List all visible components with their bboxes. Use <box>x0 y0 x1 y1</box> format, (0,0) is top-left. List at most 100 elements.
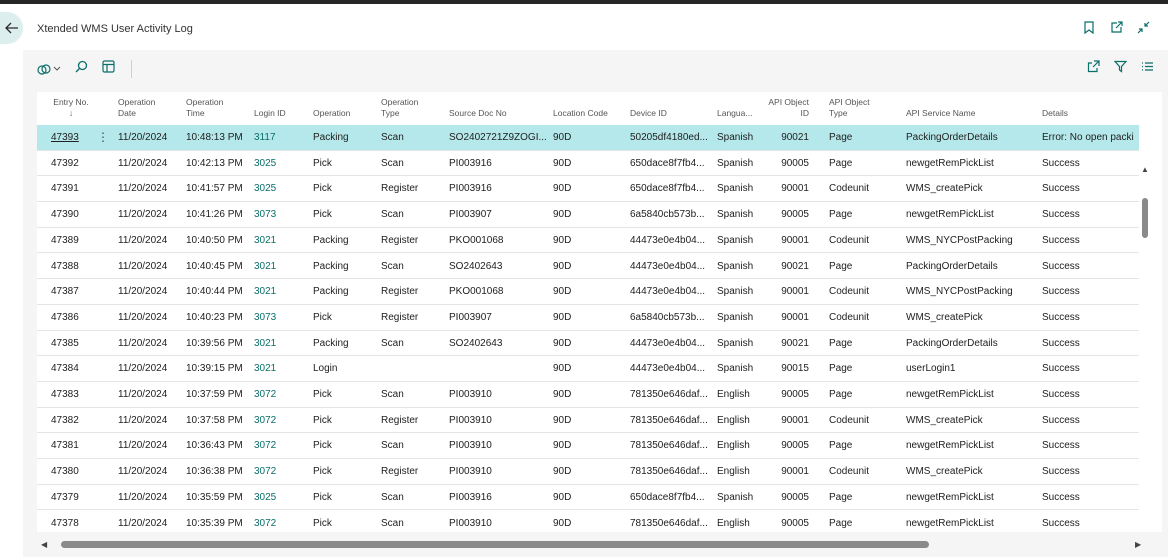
cell-entry-no[interactable]: 47378 <box>51 518 111 529</box>
horizontal-scrollbar[interactable]: ◀ ▶ <box>37 540 1147 550</box>
table-row[interactable]: 47378 11/20/2024 10:35:39 PM 3072 Pick Scan PI… <box>37 511 1139 533</box>
cell-login-id[interactable]: 3073 <box>254 312 309 323</box>
back-button[interactable] <box>0 12 23 44</box>
cell-operation-type: Scan <box>381 389 404 400</box>
vertical-scrollbar[interactable]: ▲ ▼ <box>1141 165 1149 532</box>
column-header-operation-type[interactable]: Operation Type <box>381 97 445 119</box>
row-more-options-icon[interactable]: ⋮ <box>97 130 109 144</box>
column-header-login-id[interactable]: Login ID <box>254 108 309 119</box>
cell-entry-no[interactable]: 47382 <box>51 415 111 426</box>
cell-login-id[interactable]: 3072 <box>254 440 309 451</box>
analysis-icon[interactable] <box>37 63 61 76</box>
cell-login-id[interactable]: 3025 <box>254 158 309 169</box>
column-header-location-code[interactable]: Location Code <box>553 108 625 119</box>
cell-login-id[interactable]: 3021 <box>254 261 309 272</box>
cell-login-id[interactable]: 3025 <box>254 183 309 194</box>
table-row[interactable]: 47380 11/20/2024 10:36:38 PM 3072 Pick Regist… <box>37 459 1139 485</box>
cell-login-id[interactable]: 3072 <box>254 518 309 529</box>
cell-login-id[interactable]: 3072 <box>254 415 309 426</box>
cell-entry-no[interactable]: 47390 <box>51 209 111 220</box>
cell-api-service-name: WMS_NYCPostPacking <box>906 234 1013 246</box>
horizontal-scroll-thumb[interactable] <box>61 541 929 548</box>
column-header-line1: Operation <box>381 97 419 107</box>
table-row[interactable]: 47379 11/20/2024 10:35:59 PM 3025 Pick Scan PI… <box>37 485 1139 511</box>
list-icon[interactable] <box>1141 60 1154 78</box>
chevron-down-icon <box>53 66 61 71</box>
table-row[interactable]: 47388 11/20/2024 10:40:45 PM 3021 Packing Sca… <box>37 254 1139 280</box>
cell-location-code: 90D <box>553 311 572 323</box>
column-header-operation-date[interactable]: Operation Date <box>118 97 182 119</box>
column-header-details[interactable]: Details <box>1042 108 1142 119</box>
cell-login-id[interactable]: 3021 <box>254 363 309 374</box>
cell-entry-no[interactable]: 47379 <box>51 492 111 503</box>
cell-language: Spanish <box>717 491 754 503</box>
column-header-device-id[interactable]: Device ID <box>630 108 714 119</box>
search-icon[interactable] <box>75 60 88 78</box>
cell-entry-no[interactable]: 47384 <box>51 363 111 374</box>
cell-source-doc-no: PI003916 <box>449 157 492 169</box>
cell-language: Spanish <box>717 286 754 298</box>
table-row[interactable]: 47385 11/20/2024 10:39:56 PM 3021 Packing Sca… <box>37 331 1139 357</box>
scroll-up-arrow-icon[interactable]: ▲ <box>1141 165 1149 174</box>
table-row[interactable]: 47381 11/20/2024 10:36:43 PM 3072 Pick Scan PI… <box>37 433 1139 460</box>
column-header-api-object-id[interactable]: API Object ID <box>765 97 809 119</box>
cell-source-doc-no: PI003907 <box>449 209 492 221</box>
cell-entry-no[interactable]: 47381 <box>51 440 111 451</box>
filter-icon[interactable] <box>1113 60 1128 78</box>
scroll-left-arrow-icon[interactable]: ◀ <box>41 540 47 549</box>
cell-login-id[interactable]: 3072 <box>254 389 309 400</box>
cell-entry-no[interactable]: 47385 <box>51 338 111 349</box>
cell-login-id[interactable]: 3025 <box>254 492 309 503</box>
cell-entry-no[interactable]: 47380 <box>51 466 111 477</box>
cell-entry-no[interactable]: 47392 <box>51 158 111 169</box>
column-header-line2: Langua... <box>717 108 753 118</box>
collapse-icon[interactable] <box>1136 20 1150 34</box>
table-row[interactable]: 47384 11/20/2024 10:39:15 PM 3021 Login 90D 44… <box>37 356 1139 382</box>
cell-login-id[interactable]: 3117 <box>254 132 309 143</box>
table-row[interactable]: 47389 11/20/2024 10:40:50 PM 3021 Packing Reg… <box>37 228 1139 254</box>
cell-operation-type: Scan <box>381 517 404 529</box>
cell-login-id[interactable]: 3021 <box>254 338 309 349</box>
column-header-api-service-name[interactable]: API Service Name <box>906 108 1038 119</box>
column-header-source-doc-no[interactable]: Source Doc No <box>449 108 549 119</box>
cell-entry-no[interactable]: 47387 <box>51 286 111 297</box>
column-header-operation[interactable]: Operation <box>313 108 377 119</box>
layout-icon[interactable] <box>102 60 115 78</box>
table-header: Entry No. ↓ Operation Date Operation Time Logi… <box>37 92 1162 123</box>
column-header-operation-time[interactable]: Operation Time <box>186 97 250 119</box>
table-row[interactable]: 47382 11/20/2024 10:37:58 PM 3072 Pick Regist… <box>37 408 1139 434</box>
cell-login-id[interactable]: 3072 <box>254 466 309 477</box>
scroll-right-arrow-icon[interactable]: ▶ <box>1135 540 1141 549</box>
cell-entry-no[interactable]: 47389 <box>51 235 111 246</box>
table-row[interactable]: 47383 11/20/2024 10:37:59 PM 3072 Pick Scan PI… <box>37 382 1139 408</box>
share-icon[interactable] <box>1087 60 1100 78</box>
column-header-entry-no[interactable]: Entry No. ↓ <box>41 97 101 119</box>
cell-login-id[interactable]: 3021 <box>254 235 309 246</box>
column-header-language[interactable]: Langua... <box>717 108 767 119</box>
cell-login-id[interactable]: 3073 <box>254 209 309 220</box>
cell-details: Success <box>1042 183 1080 195</box>
cell-entry-no[interactable]: 47388 <box>51 261 111 272</box>
table-row[interactable]: 47386 11/20/2024 10:40:23 PM 3073 Pick Regist… <box>37 305 1139 331</box>
cell-details: Success <box>1042 337 1080 349</box>
vertical-scroll-thumb[interactable] <box>1142 198 1148 238</box>
table-row[interactable]: 47391 11/20/2024 10:41:57 PM 3025 Pick Regist… <box>37 176 1139 203</box>
bookmark-icon[interactable] <box>1082 20 1096 34</box>
table-row[interactable]: 47393 11/20/2024 10:48:13 PM 3117 Packing Sca… <box>37 125 1139 151</box>
cell-api-service-name: newgetRemPickList <box>906 157 994 169</box>
table-row[interactable]: 47390 11/20/2024 10:41:26 PM 3073 Pick Scan PI… <box>37 202 1139 228</box>
cell-operation: Pick <box>313 466 332 478</box>
cell-operation-type: Scan <box>381 491 404 503</box>
table-row[interactable]: 47392 11/20/2024 10:42:13 PM 3025 Pick Scan PI… <box>37 151 1139 177</box>
cell-login-id[interactable]: 3021 <box>254 286 309 297</box>
cell-operation-date: 11/20/2024 <box>118 414 168 426</box>
cell-location-code: 90D <box>553 389 572 400</box>
cell-entry-no[interactable]: 47386 <box>51 312 111 323</box>
cell-operation: Pick <box>313 440 332 452</box>
open-new-window-icon[interactable] <box>1109 20 1123 34</box>
cell-entry-no[interactable]: 47383 <box>51 389 111 400</box>
column-header-api-object-type[interactable]: API Object Type <box>829 97 901 119</box>
cell-location-code: 90D <box>553 440 572 452</box>
table-row[interactable]: 47387 11/20/2024 10:40:44 PM 3021 Packing Reg… <box>37 279 1139 305</box>
cell-entry-no[interactable]: 47391 <box>51 183 111 194</box>
